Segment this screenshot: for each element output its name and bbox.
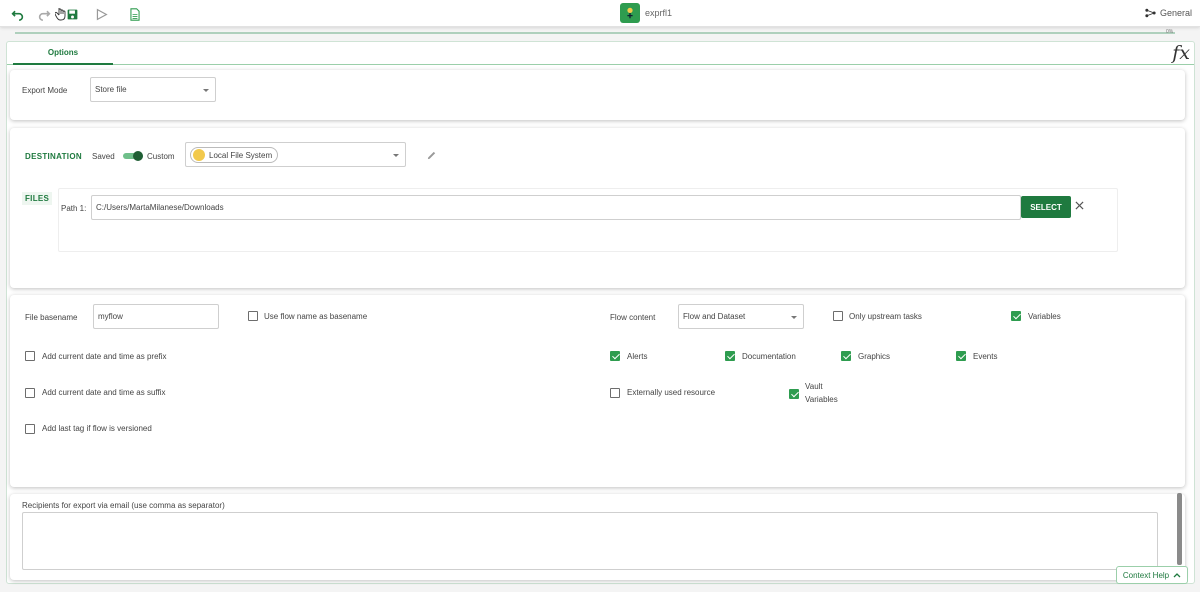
- date-suffix-checkbox[interactable]: [25, 388, 35, 398]
- files-title: FILES: [22, 192, 53, 205]
- alerts-label: Alerts: [627, 352, 648, 361]
- use-flow-name-checkbox[interactable]: [248, 311, 258, 321]
- custom-label: Custom: [147, 152, 175, 161]
- run-icon[interactable]: [93, 6, 109, 22]
- last-tag-label: Add last tag if flow is versioned: [42, 424, 152, 433]
- select-button[interactable]: SELECT: [1021, 196, 1071, 218]
- basename-input[interactable]: myflow: [93, 304, 219, 329]
- only-upstream-label: Only upstream tasks: [849, 312, 922, 321]
- date-suffix-label: Add current date and time as suffix: [42, 388, 166, 397]
- tab-options[interactable]: Options: [13, 42, 113, 65]
- recipients-card: Recipients for export via email (use com…: [10, 494, 1185, 580]
- basename-label: File basename: [25, 313, 78, 322]
- save-icon[interactable]: [64, 6, 80, 22]
- filesystem-icon: [193, 149, 205, 161]
- scrollbar[interactable]: [1177, 493, 1182, 565]
- vault-label-line1: Vault: [805, 382, 823, 391]
- external-resource-label: Externally used resource: [627, 388, 716, 397]
- filesystem-chip: Local File System: [190, 147, 279, 163]
- recipients-label: Recipients for export via email (use com…: [22, 501, 225, 510]
- date-prefix-checkbox[interactable]: [25, 351, 35, 361]
- pencil-icon[interactable]: [426, 150, 437, 163]
- variables-checkbox[interactable]: [1011, 311, 1021, 321]
- variables-label: Variables: [1028, 312, 1061, 321]
- general-label: General: [1159, 8, 1192, 18]
- basename-value: myflow: [98, 312, 123, 321]
- vault-label-line2: Variables: [805, 395, 838, 404]
- graphics-checkbox[interactable]: [841, 351, 851, 361]
- export-mode-card: Export Mode Store file: [10, 70, 1185, 120]
- top-toolbar: exprfl1 General: [0, 0, 1200, 27]
- export-mode-select[interactable]: Store file: [90, 77, 216, 102]
- path-label: Path 1:: [61, 204, 87, 213]
- workflow-icon: [1145, 8, 1156, 18]
- fx-icon[interactable]: fx: [1172, 42, 1190, 64]
- use-flow-name-label: Use flow name as basename: [264, 312, 368, 321]
- export-mode-label: Export Mode: [22, 86, 68, 95]
- flow-icon: [620, 3, 640, 23]
- export-mode-value: Store file: [95, 85, 127, 94]
- context-help-label: Context Help: [1122, 570, 1170, 580]
- path-input[interactable]: C:/Users/MartaMilanese/Downloads: [91, 195, 1021, 220]
- chevron-down-icon: [393, 154, 399, 157]
- flow-content-label: Flow content: [610, 313, 656, 322]
- flow-title: exprfl1: [645, 8, 673, 18]
- chevron-down-icon: [791, 316, 797, 319]
- flow-content-value: Flow and Dataset: [683, 312, 746, 321]
- progress-label: 0%: [1166, 29, 1174, 35]
- redo-icon[interactable]: [36, 6, 52, 22]
- close-icon[interactable]: [1075, 201, 1084, 212]
- chevron-up-icon: [1173, 573, 1181, 578]
- undo-icon[interactable]: [9, 6, 25, 22]
- alerts-checkbox[interactable]: [610, 351, 620, 361]
- flow-content-select[interactable]: Flow and Dataset: [678, 304, 804, 329]
- recipients-textarea[interactable]: [22, 512, 1158, 570]
- saved-custom-toggle[interactable]: [123, 151, 143, 161]
- path-value: C:/Users/MartaMilanese/Downloads: [96, 203, 224, 212]
- destination-title: DESTINATION: [25, 152, 82, 161]
- saved-label: Saved: [92, 152, 115, 161]
- events-label: Events: [973, 352, 998, 361]
- only-upstream-checkbox[interactable]: [833, 311, 843, 321]
- vault-variables-checkbox[interactable]: [789, 389, 799, 399]
- progress-bar: [15, 32, 1175, 34]
- general-menu[interactable]: General: [1145, 8, 1192, 18]
- tab-bar: Options: [7, 42, 1194, 65]
- last-tag-checkbox[interactable]: [25, 424, 35, 434]
- filesystem-select[interactable]: Local File System: [185, 142, 406, 167]
- graphics-label: Graphics: [858, 352, 891, 361]
- file-options-card: File basename myflow Use flow name as ba…: [10, 295, 1185, 487]
- filesystem-value: Local File System: [209, 150, 273, 160]
- files-box: Path 1: C:/Users/MartaMilanese/Downloads…: [58, 188, 1118, 252]
- events-checkbox[interactable]: [956, 351, 966, 361]
- documentation-label: Documentation: [742, 352, 796, 361]
- external-resource-checkbox[interactable]: [610, 388, 620, 398]
- date-prefix-label: Add current date and time as prefix: [42, 352, 167, 361]
- document-icon[interactable]: [127, 6, 143, 22]
- destination-card: DESTINATION Saved Custom Local File Syst…: [10, 128, 1185, 288]
- context-help-button[interactable]: Context Help: [1116, 566, 1188, 584]
- documentation-checkbox[interactable]: [725, 351, 735, 361]
- chevron-down-icon: [203, 89, 209, 92]
